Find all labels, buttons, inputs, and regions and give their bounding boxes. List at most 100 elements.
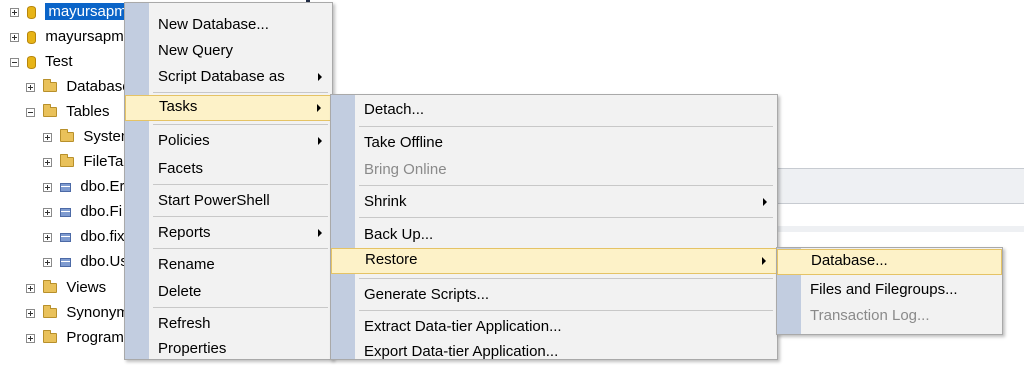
menu-item-take-offline[interactable]: Take Offline [331, 130, 777, 156]
collapse-icon[interactable] [10, 57, 19, 67]
expand-icon[interactable] [26, 82, 35, 92]
menu-item-back-up[interactable]: Back Up... [331, 222, 777, 248]
menu-item-label: Detach... [364, 101, 425, 118]
menu-item-label: New Query [158, 42, 234, 59]
menu-separator [359, 217, 773, 218]
menu-item-restore-database[interactable]: Database... [777, 249, 1002, 275]
folder-icon [43, 79, 58, 93]
tree-node-folder[interactable]: FileTab [43, 150, 132, 174]
menu-item-new-database[interactable]: New Database... [125, 12, 332, 38]
tasks-submenu: Detach... Take Offline Bring Online Shri… [330, 94, 778, 360]
tree-node-label: mayursapm [45, 28, 124, 45]
tree-node-database[interactable]: mayursapm [10, 0, 130, 24]
menu-item-detach[interactable]: Detach... [331, 97, 777, 123]
menu-item-generate-scripts[interactable]: Generate Scripts... [331, 282, 777, 308]
submenu-arrow-icon [762, 257, 766, 265]
submenu-arrow-icon [318, 137, 322, 145]
menu-item-label: Tasks [159, 98, 198, 115]
menu-item-files-and-filegroups[interactable]: Files and Filegroups... [777, 277, 1002, 303]
tree-node-folder[interactable]: Database [26, 75, 131, 99]
tree-node-folder[interactable]: Synonym [26, 301, 129, 325]
tree-node-folder[interactable]: Views [26, 276, 106, 300]
expand-icon[interactable] [26, 333, 35, 343]
database-icon [27, 5, 37, 19]
expand-icon[interactable] [43, 157, 52, 167]
menu-separator [153, 216, 328, 217]
table-icon [60, 257, 72, 267]
expand-icon[interactable] [43, 207, 52, 217]
database-icon [27, 30, 37, 44]
tree-node-folder[interactable]: Programm [26, 326, 136, 350]
menu-item-label: New Database... [158, 16, 269, 33]
tree-node-label: dbo.fix [80, 228, 125, 245]
tree-node-table[interactable]: dbo.fix [43, 225, 125, 249]
expand-icon[interactable] [26, 308, 35, 318]
tree-node-table[interactable]: dbo.Us [43, 250, 128, 274]
menu-item-transaction-log[interactable]: Transaction Log... [777, 303, 1002, 329]
menu-item-rename[interactable]: Rename [125, 252, 332, 278]
menu-item-label: Script Database as [158, 68, 285, 85]
menu-item-bring-online[interactable]: Bring Online [331, 157, 777, 183]
tree-node-label: dbo.Er [80, 178, 125, 195]
database-icon [27, 55, 37, 69]
menu-item-refresh[interactable]: Refresh [125, 311, 332, 337]
menu-item-extract-data-tier-application[interactable]: Extract Data-tier Application... [331, 314, 777, 340]
menu-item-tasks[interactable]: Tasks [125, 95, 332, 121]
tree-node-label: dbo.Us [80, 253, 128, 270]
tree-node-database[interactable]: Test [10, 50, 73, 74]
menu-item-label: Delete [158, 283, 202, 300]
expand-icon[interactable] [26, 283, 35, 293]
menu-item-label: Files and Filegroups... [810, 281, 958, 298]
folder-icon [43, 330, 58, 344]
menu-item-restore[interactable]: Restore [331, 248, 777, 274]
menu-item-start-powershell[interactable]: Start PowerShell [125, 188, 332, 214]
collapse-icon[interactable] [26, 107, 35, 117]
tree-node-table[interactable]: dbo.Er [43, 175, 125, 199]
tree-node-database[interactable]: mayursapm [10, 25, 124, 49]
menu-item-delete[interactable]: Delete [125, 279, 332, 305]
tree-node-label: Test [45, 53, 73, 70]
menu-item-policies[interactable]: Policies [125, 128, 332, 154]
restore-submenu: Database... Files and Filegroups... Tran… [776, 247, 1003, 335]
folder-icon [60, 129, 75, 143]
folder-icon [60, 154, 75, 168]
menu-item-label: Start PowerShell [158, 192, 270, 209]
menu-separator [153, 248, 328, 249]
expand-icon[interactable] [43, 182, 52, 192]
menu-separator [359, 126, 773, 127]
folder-icon [43, 305, 58, 319]
tree-node-label: Tables [66, 103, 110, 120]
submenu-arrow-icon [318, 229, 322, 237]
menu-item-properties[interactable]: Properties [125, 336, 332, 362]
menu-separator [359, 185, 773, 186]
menu-item-label: Reports [158, 224, 211, 241]
menu-item-label: Back Up... [364, 226, 434, 243]
folder-icon [43, 280, 58, 294]
submenu-arrow-icon [317, 104, 321, 112]
tree-node-folder[interactable]: Tables [26, 100, 109, 124]
menu-item-label: Shrink [364, 193, 407, 210]
menu-item-facets[interactable]: Facets [125, 156, 332, 182]
expand-icon[interactable] [43, 232, 52, 242]
menu-item-label: Restore [365, 251, 418, 268]
tree-node-label: Database [66, 78, 131, 95]
menu-item-label: Take Offline [364, 134, 443, 151]
menu-separator [153, 92, 328, 93]
menu-item-shrink[interactable]: Shrink [331, 189, 777, 215]
menu-item-label: Bring Online [364, 161, 447, 178]
menu-item-label: Extract Data-tier Application... [364, 318, 562, 335]
tree-node-folder[interactable]: System [43, 125, 133, 149]
expand-icon[interactable] [10, 32, 19, 42]
tree-node-label: mayursapm [45, 3, 130, 20]
menu-item-label: Refresh [158, 315, 211, 332]
menu-item-export-data-tier-application[interactable]: Export Data-tier Application... [331, 339, 777, 365]
menu-item-label: Rename [158, 256, 215, 273]
menu-item-reports[interactable]: Reports [125, 220, 332, 246]
menu-item-new-query[interactable]: New Query [125, 38, 332, 64]
menu-separator [153, 184, 328, 185]
tree-node-table[interactable]: dbo.Fi [43, 200, 122, 224]
expand-icon[interactable] [43, 132, 52, 142]
expand-icon[interactable] [10, 7, 19, 17]
expand-icon[interactable] [43, 257, 52, 267]
menu-item-script-database-as[interactable]: Script Database as [125, 64, 332, 90]
